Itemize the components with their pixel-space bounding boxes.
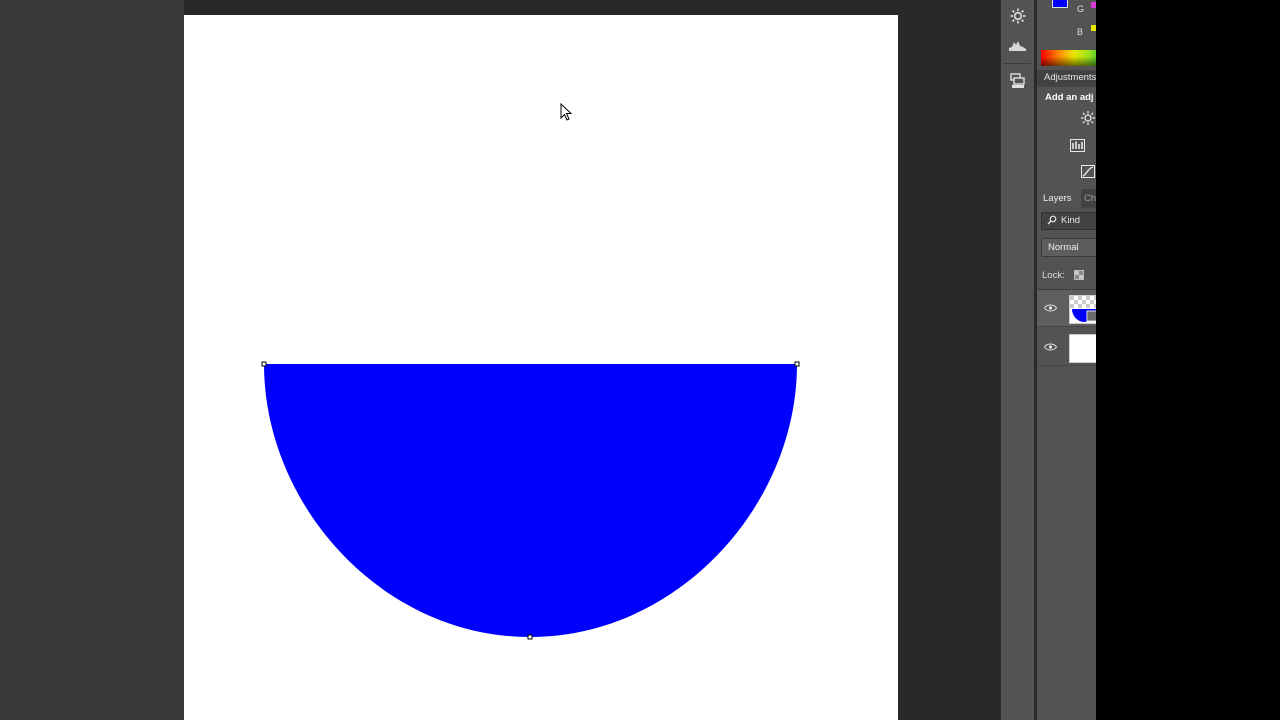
path-anchor-right[interactable] <box>794 361 800 367</box>
filter-kind-label: Kind <box>1061 215 1081 226</box>
layer-filter-kind-dropdown[interactable]: Kind <box>1041 212 1096 230</box>
mouse-cursor-icon <box>560 102 573 121</box>
shape-layer-thumbnail[interactable] <box>1069 295 1096 324</box>
adjust-sun-icon[interactable] <box>1005 5 1030 27</box>
search-icon <box>1047 215 1057 225</box>
blend-mode-value: Normal <box>1048 242 1079 253</box>
canvas-artwork <box>261 102 800 640</box>
histogram-icon[interactable] <box>1005 34 1030 56</box>
lock-transparent-pixels-icon[interactable] <box>1074 270 1084 280</box>
color-panel: G B <box>1037 0 1096 68</box>
collapsed-panel-strip <box>1001 0 1034 720</box>
curves-icon[interactable] <box>1080 163 1096 179</box>
panels-column: G B Adjustments Add an adj Layers Ch Kin… <box>1037 0 1096 720</box>
add-adjustment-text: Add an adj <box>1045 92 1094 103</box>
eye-icon[interactable] <box>1044 303 1057 313</box>
blend-mode-dropdown[interactable]: Normal <box>1041 238 1096 257</box>
g-slider-handle-icon[interactable] <box>1091 2 1096 8</box>
adjustments-panel: Add an adj <box>1037 87 1096 187</box>
tab-channels[interactable]: Ch <box>1084 193 1096 204</box>
adjustments-tab[interactable]: Adjustments <box>1037 70 1096 87</box>
eye-icon[interactable] <box>1044 342 1057 352</box>
layer-comps-icon[interactable] <box>1005 70 1030 92</box>
layers-panel-empty-area <box>1037 368 1096 720</box>
b-slider-handle-icon[interactable] <box>1091 25 1096 31</box>
layer-row-background[interactable] <box>1037 329 1096 366</box>
layers-panel-tabs: Layers Ch <box>1037 189 1096 208</box>
color-spectrum-ramp[interactable] <box>1041 50 1096 66</box>
channel-g-label: G <box>1077 4 1085 14</box>
background-layer-thumbnail[interactable] <box>1069 334 1096 363</box>
layer-row-shape[interactable] <box>1037 290 1096 327</box>
levels-icon[interactable] <box>1069 137 1085 153</box>
path-anchor-bottom[interactable] <box>527 634 533 640</box>
half-circle-shape[interactable] <box>264 364 797 637</box>
channel-b-label: B <box>1077 27 1084 37</box>
tab-layers[interactable]: Layers <box>1037 189 1081 208</box>
brightness-icon[interactable] <box>1080 110 1096 126</box>
letterbox-right <box>1096 0 1280 720</box>
document-canvas[interactable] <box>184 15 898 720</box>
strip-separator <box>1004 63 1031 64</box>
path-anchor-left[interactable] <box>261 361 267 367</box>
foreground-color-swatch[interactable] <box>1052 0 1068 8</box>
lock-label: Lock: <box>1042 270 1065 281</box>
